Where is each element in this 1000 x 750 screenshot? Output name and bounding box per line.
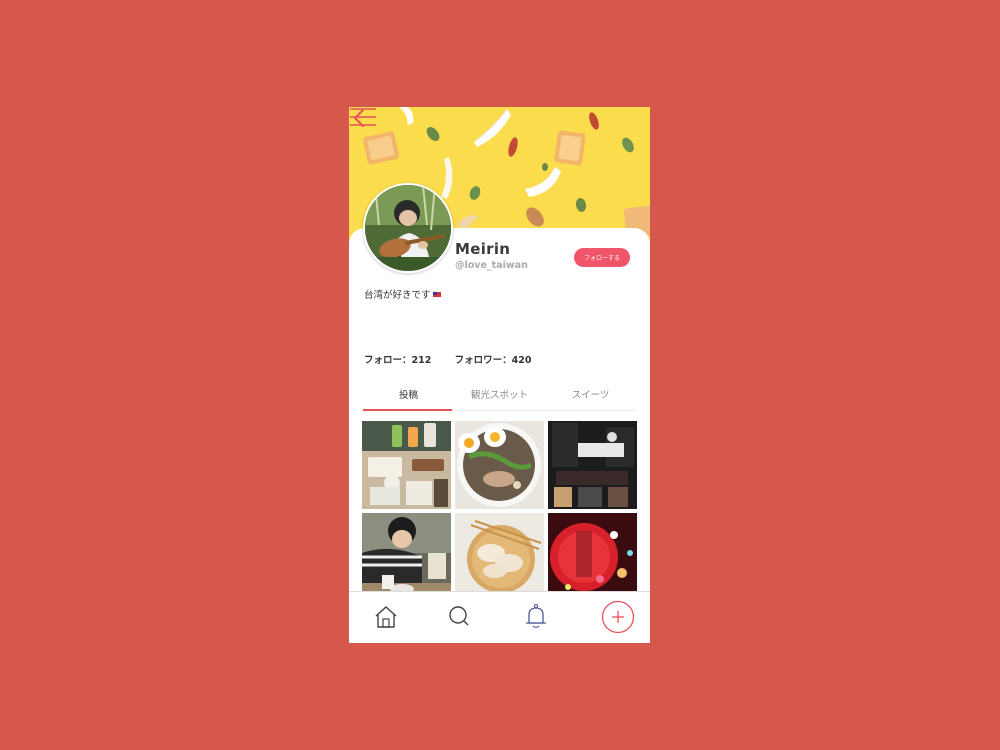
- tab-sightseeing[interactable]: 観光スポット: [454, 387, 545, 401]
- post-thumbnail[interactable]: [548, 513, 637, 601]
- post-thumbnail[interactable]: [455, 513, 544, 601]
- hamburger-menu-icon[interactable]: [349, 107, 377, 127]
- bottom-nav: [349, 591, 650, 643]
- profile-handle: @love_taiwan: [455, 260, 528, 271]
- follow-button[interactable]: フォローする: [574, 248, 630, 267]
- home-icon[interactable]: [371, 602, 401, 632]
- follow-stats: フォロー：212 フォロワー：420: [364, 352, 552, 366]
- post-thumbnail[interactable]: [362, 421, 451, 509]
- tab-posts[interactable]: 投稿: [363, 387, 454, 401]
- profile-bio: 台湾が好きです: [364, 287, 441, 301]
- post-thumbnail[interactable]: [455, 421, 544, 509]
- followers-count[interactable]: フォロワー：420: [455, 355, 532, 366]
- profile-screen: Meirin @love_taiwan フォローする 台湾が好きです フォロー：…: [349, 107, 650, 643]
- profile-tabs: 投稿 観光スポット スイーツ: [363, 382, 636, 411]
- bio-text: 台湾が好きです: [364, 290, 431, 301]
- search-icon[interactable]: [445, 602, 475, 632]
- profile-name: Meirin: [455, 240, 511, 258]
- bell-icon[interactable]: [521, 602, 551, 632]
- tab-sweets[interactable]: スイーツ: [545, 387, 636, 401]
- add-post-icon[interactable]: [601, 600, 635, 634]
- post-thumbnail[interactable]: [548, 421, 637, 509]
- avatar[interactable]: [363, 183, 453, 273]
- post-thumbnail[interactable]: [362, 513, 451, 601]
- taiwan-flag-icon: [432, 292, 441, 297]
- following-count[interactable]: フォロー：212: [364, 355, 431, 366]
- active-tab-indicator: [363, 409, 452, 411]
